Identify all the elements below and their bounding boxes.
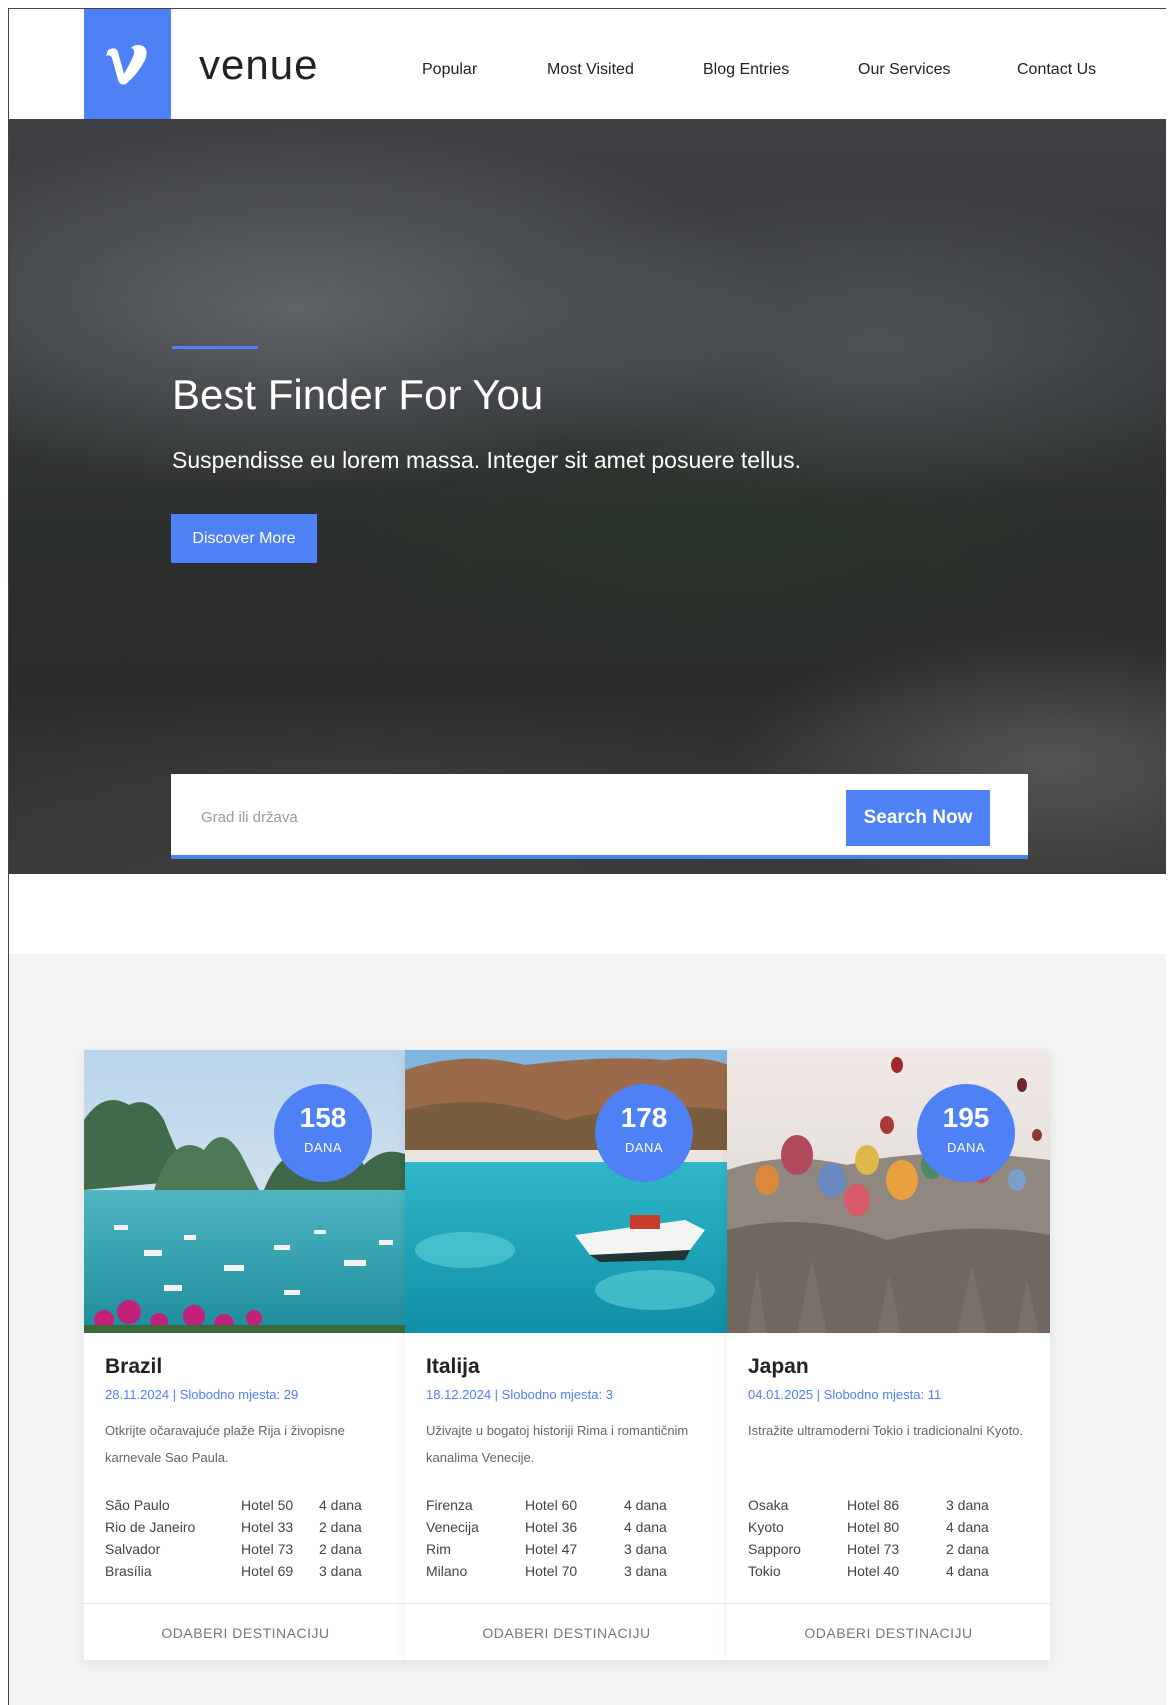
main-nav: Popular Most Visited Blog Entries Our Se… — [9, 61, 1166, 85]
table-row: Milano Hotel 70 3 dana — [426, 1560, 716, 1582]
days-number: 195 — [942, 1102, 990, 1133]
table-row: Sapporo Hotel 73 2 dana — [748, 1538, 1038, 1560]
page: venue Popular Most Visited Blog Entries … — [8, 8, 1166, 1705]
days-badge: 158 DANA — [274, 1084, 372, 1182]
city-cell: Tokio — [748, 1563, 781, 1579]
select-destination-button[interactable]: ODABERI DESTINACIJU — [405, 1603, 728, 1661]
days-cell: 3 dana — [946, 1497, 989, 1513]
hotel-cell: Hotel 47 — [525, 1541, 578, 1557]
days-cell: 4 dana — [624, 1519, 667, 1535]
table-row: Brasília Hotel 69 3 dana — [105, 1560, 395, 1582]
card-image-italija: 178 DANA — [405, 1050, 728, 1333]
card-meta: 18.12.2024 | Slobodno mjesta: 3 — [426, 1387, 613, 1402]
table-row: Osaka Hotel 86 3 dana — [748, 1494, 1038, 1516]
coast-boat-image — [405, 1050, 728, 1333]
city-cell: Osaka — [748, 1497, 789, 1513]
days-cell: 2 dana — [946, 1541, 989, 1557]
destination-card-japan: 195 DANA Japan 04.01.2025 | Slobodno mje… — [727, 1050, 1050, 1660]
city-cell: Salvador — [105, 1541, 161, 1557]
hotel-cell: Hotel 73 — [847, 1541, 900, 1557]
hotel-cell: Hotel 86 — [847, 1497, 900, 1513]
header: venue Popular Most Visited Blog Entries … — [9, 9, 1166, 119]
days-number: 158 — [299, 1102, 347, 1133]
card-description: Istražite ultramoderni Tokio i tradicion… — [748, 1423, 1024, 1438]
days-cell: 3 dana — [624, 1541, 667, 1557]
card-title: Italija — [426, 1355, 480, 1378]
city-cell: Kyoto — [748, 1519, 784, 1535]
days-number: 178 — [620, 1102, 668, 1133]
days-cell: 4 dana — [624, 1497, 667, 1513]
card-title: Brazil — [105, 1355, 163, 1378]
nav-most-visited[interactable]: Most Visited — [547, 61, 634, 79]
search-now-button[interactable]: Search Now — [846, 790, 990, 846]
table-row: Firenza Hotel 60 4 dana — [426, 1494, 716, 1516]
hotel-cell: Hotel 70 — [525, 1563, 578, 1579]
days-cell: 4 dana — [319, 1497, 362, 1513]
hotel-cell: Hotel 50 — [241, 1497, 294, 1513]
select-destination-button[interactable]: ODABERI DESTINACIJU — [84, 1603, 407, 1661]
table-row: Salvador Hotel 73 2 dana — [105, 1538, 395, 1560]
card-itinerary-table: Firenza Hotel 60 4 dana Venecija Hotel 3… — [426, 1494, 716, 1582]
card-description: Uživajte u bogatoj historiji Rima i roma… — [426, 1423, 689, 1465]
city-cell: Rio de Janeiro — [105, 1519, 196, 1535]
city-cell: Brasília — [105, 1563, 152, 1579]
hotel-cell: Hotel 36 — [525, 1519, 578, 1535]
table-row: São Paulo Hotel 50 4 dana — [105, 1494, 395, 1516]
days-cell: 4 dana — [946, 1519, 989, 1535]
days-label: DANA — [946, 1140, 986, 1155]
table-row: Venecija Hotel 36 4 dana — [426, 1516, 716, 1538]
nav-popular[interactable]: Popular — [422, 61, 477, 79]
bay-landscape-image — [84, 1050, 407, 1333]
table-row: Rio de Janeiro Hotel 33 2 dana — [105, 1516, 395, 1538]
city-cell: Sapporo — [748, 1541, 801, 1557]
days-cell: 2 dana — [319, 1519, 362, 1535]
hotel-cell: Hotel 80 — [847, 1519, 900, 1535]
hero-banner: Best Finder For You Suspendisse eu lorem… — [9, 119, 1166, 874]
destination-card-italija: 178 DANA Italija 18.12.2024 | Slobodno m… — [405, 1050, 728, 1660]
hotel-cell: Hotel 33 — [241, 1519, 294, 1535]
nav-blog-entries[interactable]: Blog Entries — [703, 61, 789, 79]
nav-contact-us[interactable]: Contact Us — [1017, 61, 1096, 79]
city-cell: Milano — [426, 1563, 468, 1579]
card-meta: 04.01.2025 | Slobodno mjesta: 11 — [748, 1387, 942, 1402]
card-itinerary-table: São Paulo Hotel 50 4 dana Rio de Janeiro… — [105, 1494, 395, 1582]
search-input[interactable] — [199, 802, 803, 832]
select-destination-button[interactable]: ODABERI DESTINACIJU — [727, 1603, 1050, 1661]
card-title: Japan — [748, 1355, 809, 1378]
table-row: Tokio Hotel 40 4 dana — [748, 1560, 1038, 1582]
days-badge: 195 DANA — [917, 1084, 1015, 1182]
days-label: DANA — [624, 1140, 664, 1155]
hotel-cell: Hotel 73 — [241, 1541, 294, 1557]
hotel-cell: Hotel 69 — [241, 1563, 294, 1579]
city-cell: Rim — [426, 1541, 451, 1557]
card-meta: 28.11.2024 | Slobodno mjesta: 29 — [105, 1387, 299, 1402]
days-cell: 3 dana — [624, 1563, 667, 1579]
table-row: Kyoto Hotel 80 4 dana — [748, 1516, 1038, 1538]
days-cell: 3 dana — [319, 1563, 362, 1579]
days-label: DANA — [303, 1140, 343, 1155]
discover-more-button[interactable]: Discover More — [171, 514, 317, 563]
hotel-cell: Hotel 60 — [525, 1497, 578, 1513]
destination-card-brazil: 158 DANA Brazil 28.11.2024 | Slobodno mj… — [84, 1050, 407, 1660]
search-bar: Search Now — [171, 774, 1028, 859]
card-description: Otkrijte očaravajuće plaže Rija i živopi… — [105, 1423, 345, 1465]
card-image-brazil: 158 DANA — [84, 1050, 407, 1333]
city-cell: Venecija — [426, 1519, 479, 1535]
card-image-japan: 195 DANA — [727, 1050, 1050, 1333]
hero-subtitle: Suspendisse eu lorem massa. Integer sit … — [172, 447, 801, 473]
hero-title: Best Finder For You — [172, 371, 544, 418]
nav-our-services[interactable]: Our Services — [858, 61, 950, 79]
days-cell: 2 dana — [319, 1541, 362, 1557]
table-row: Rim Hotel 47 3 dana — [426, 1538, 716, 1560]
city-cell: Firenza — [426, 1497, 473, 1513]
days-cell: 4 dana — [946, 1563, 989, 1579]
hot-air-balloons-image — [727, 1050, 1050, 1333]
destinations-section: 158 DANA Brazil 28.11.2024 | Slobodno mj… — [9, 954, 1166, 1705]
hotel-cell: Hotel 40 — [847, 1563, 900, 1579]
hero-accent-line — [172, 346, 258, 349]
card-itinerary-table: Osaka Hotel 86 3 dana Kyoto Hotel 80 4 d… — [748, 1494, 1038, 1582]
days-badge: 178 DANA — [595, 1084, 693, 1182]
city-cell: São Paulo — [105, 1497, 170, 1513]
